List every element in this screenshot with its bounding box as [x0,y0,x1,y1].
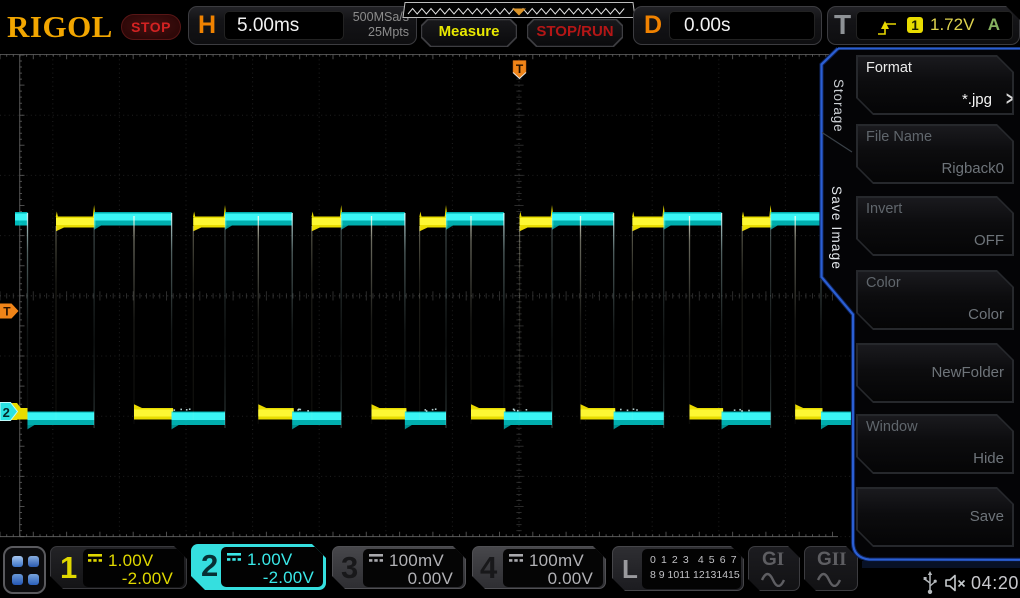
svg-text:T: T [516,62,524,76]
svg-text:T: T [3,305,11,319]
svg-text:2: 2 [3,405,10,420]
